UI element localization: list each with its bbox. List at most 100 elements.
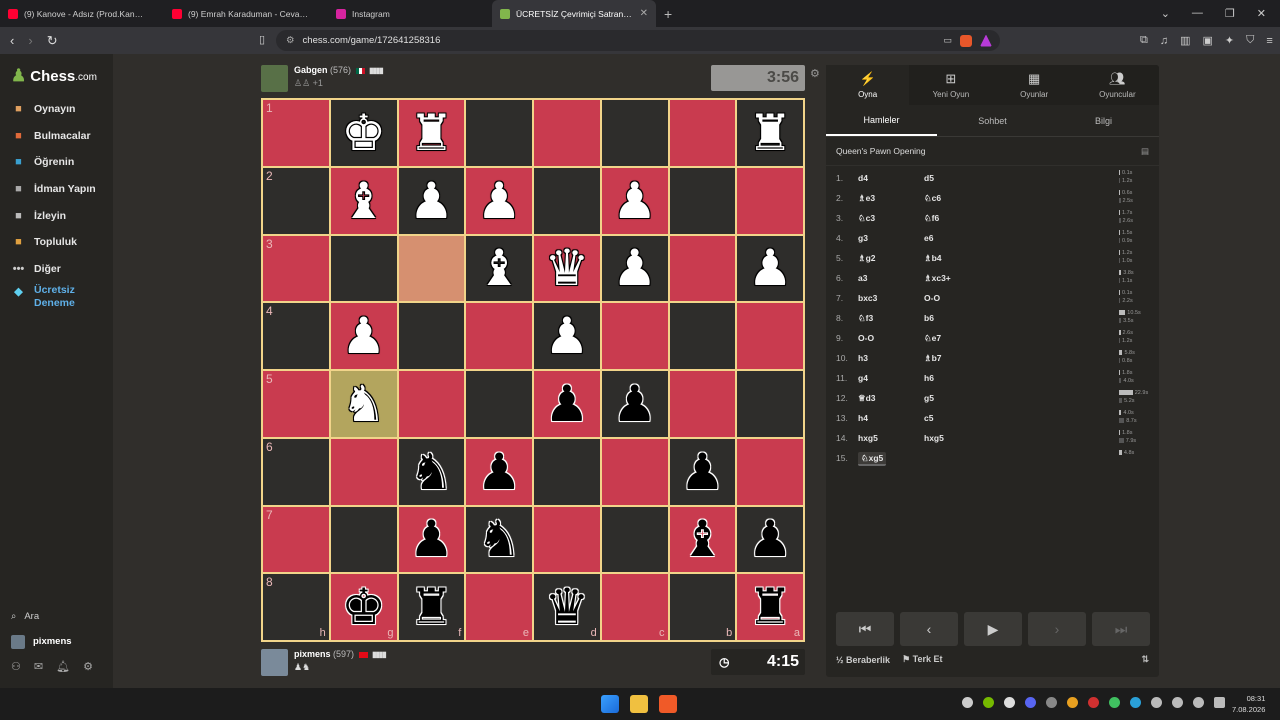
- white-pawn-icon[interactable]: ♟: [612, 176, 657, 226]
- white-queen-icon[interactable]: ♛: [544, 243, 589, 293]
- black-pawn-icon[interactable]: ♟: [544, 379, 589, 429]
- steam-icon[interactable]: [1046, 697, 1057, 708]
- board-square[interactable]: [600, 99, 669, 167]
- board-square[interactable]: ♟: [533, 302, 601, 370]
- brave-shield-icon[interactable]: [960, 34, 972, 47]
- board-square[interactable]: ♞: [329, 370, 398, 438]
- board-square[interactable]: ♞: [465, 505, 533, 574]
- panel-tab-yeni-oyun[interactable]: ⊞ Yeni Oyun: [909, 65, 992, 105]
- board-square[interactable]: [736, 437, 804, 506]
- board-square[interactable]: [397, 234, 466, 303]
- restore-button[interactable]: ❐: [1225, 7, 1235, 20]
- white-move[interactable]: ♘c3: [858, 213, 924, 224]
- board-square[interactable]: ♝: [668, 505, 737, 574]
- black-rook-icon[interactable]: ♜: [409, 582, 454, 632]
- white-pawn-icon[interactable]: ♟: [612, 243, 657, 293]
- reload-icon[interactable]: ↻: [47, 33, 58, 49]
- board-square[interactable]: 6: [262, 437, 330, 506]
- tray-app-icon[interactable]: [1067, 697, 1078, 708]
- board-square[interactable]: ♟: [600, 166, 669, 235]
- board-square[interactable]: ♟: [600, 370, 669, 438]
- vpn-icon[interactable]: ⛉: [1246, 34, 1254, 47]
- board-square[interactable]: 4: [262, 302, 330, 370]
- messages-icon[interactable]: ✉: [34, 660, 43, 673]
- subtab-hamleler[interactable]: Hamleler: [826, 105, 937, 136]
- black-knight-icon[interactable]: ♞: [409, 447, 454, 497]
- board-square[interactable]: [736, 166, 804, 235]
- board-square[interactable]: ♜: [397, 99, 466, 167]
- last-move-button[interactable]: ⏭: [1092, 612, 1150, 646]
- leo-icon[interactable]: ✦: [1225, 34, 1234, 47]
- board-square[interactable]: [668, 166, 737, 235]
- board-square[interactable]: ♟: [600, 234, 669, 303]
- board-square[interactable]: ♟: [533, 370, 601, 438]
- battery-icon[interactable]: [1214, 697, 1225, 708]
- board-square[interactable]: [465, 370, 533, 438]
- black-king-icon[interactable]: ♚: [341, 582, 386, 632]
- black-move[interactable]: d5: [924, 173, 1004, 183]
- board-square[interactable]: [397, 370, 466, 438]
- board-settings-icon[interactable]: ⚙: [810, 67, 820, 80]
- url-field[interactable]: ⚙ chess.com/game/172641258316 ▭: [276, 30, 1000, 51]
- sidebar-icon[interactable]: ▥: [1180, 34, 1190, 47]
- browser-tab[interactable]: Instagram: [328, 0, 492, 27]
- board-square[interactable]: 2: [262, 166, 330, 235]
- black-pawn-icon[interactable]: ♟: [680, 447, 725, 497]
- board-square[interactable]: [329, 437, 398, 506]
- white-move[interactable]: ♕d3: [858, 393, 924, 404]
- top-player-name[interactable]: Gabgen: [294, 65, 328, 75]
- cast-icon[interactable]: ▭: [943, 35, 952, 47]
- board-square[interactable]: [533, 437, 601, 506]
- board-square[interactable]: [600, 302, 669, 370]
- black-pawn-icon[interactable]: ♟: [612, 379, 657, 429]
- white-move[interactable]: ♗e3: [858, 193, 924, 204]
- tray-app-icon[interactable]: [1004, 697, 1015, 708]
- board-square[interactable]: [329, 505, 398, 574]
- board-square[interactable]: ♛: [533, 234, 601, 303]
- black-move[interactable]: h6: [924, 373, 1004, 383]
- wifi-icon[interactable]: [1172, 697, 1183, 708]
- settings-icon[interactable]: ⚙: [83, 660, 93, 673]
- panel-tab-oyunlar[interactable]: ▦ Oyunlar: [993, 65, 1076, 105]
- board-square[interactable]: ♟: [397, 166, 466, 235]
- white-move[interactable]: g4: [858, 373, 924, 383]
- sidebar-item-oynay-n[interactable]: ■ Oynayın: [0, 96, 113, 123]
- board-square[interactable]: [668, 234, 737, 303]
- white-pawn-icon[interactable]: ♟: [544, 311, 589, 361]
- black-move[interactable]: hxg5: [924, 433, 1004, 443]
- avatar[interactable]: [261, 65, 288, 92]
- browser-tab[interactable]: (9) Kanove - Adsız (Prod.Kanove) - YouTu…: [0, 0, 164, 27]
- black-pawn-icon[interactable]: ♟: [477, 447, 522, 497]
- board-square[interactable]: [397, 302, 466, 370]
- black-queen-icon[interactable]: ♛: [544, 582, 589, 632]
- white-bishop-icon[interactable]: ♝: [477, 243, 522, 293]
- board-square[interactable]: f ♜: [397, 573, 466, 641]
- black-move[interactable]: ♘e7: [924, 333, 1004, 344]
- board-square[interactable]: [668, 302, 737, 370]
- flip-board-icon[interactable]: ⇅: [1141, 654, 1149, 665]
- board-square[interactable]: 1: [262, 99, 330, 167]
- board-square[interactable]: ♜: [736, 99, 804, 167]
- bookmark-icon[interactable]: ▯: [259, 33, 265, 46]
- black-move[interactable]: ♗xc3+: [924, 273, 1004, 284]
- white-move[interactable]: ♘xg5: [858, 451, 924, 466]
- white-knight-icon[interactable]: ♞: [341, 379, 386, 429]
- black-pawn-icon[interactable]: ♟: [409, 514, 454, 564]
- new-tab-button[interactable]: +: [656, 6, 680, 22]
- avatar[interactable]: [261, 649, 288, 676]
- discord-icon[interactable]: [1025, 697, 1036, 708]
- sidebar-item-bulmacalar[interactable]: ■ Bulmacalar: [0, 123, 113, 150]
- play-button[interactable]: ▶: [964, 612, 1022, 646]
- board-square[interactable]: [465, 99, 533, 167]
- notifications-icon[interactable]: 🔔︎: [56, 660, 70, 673]
- black-move[interactable]: b6: [924, 313, 1004, 323]
- board-square[interactable]: ♞: [397, 437, 466, 506]
- panel-tab-oyuncular[interactable]: 👥︎ Oyuncular: [1076, 65, 1159, 105]
- sidebar-item-topluluk[interactable]: ■ Topluluk: [0, 229, 113, 256]
- board-square[interactable]: ♟: [465, 437, 533, 506]
- white-move[interactable]: d4: [858, 173, 924, 183]
- board-square[interactable]: ♟: [465, 166, 533, 235]
- white-king-icon[interactable]: ♚: [341, 108, 386, 158]
- site-info-icon[interactable]: ⚙: [286, 35, 295, 46]
- board-square[interactable]: [736, 302, 804, 370]
